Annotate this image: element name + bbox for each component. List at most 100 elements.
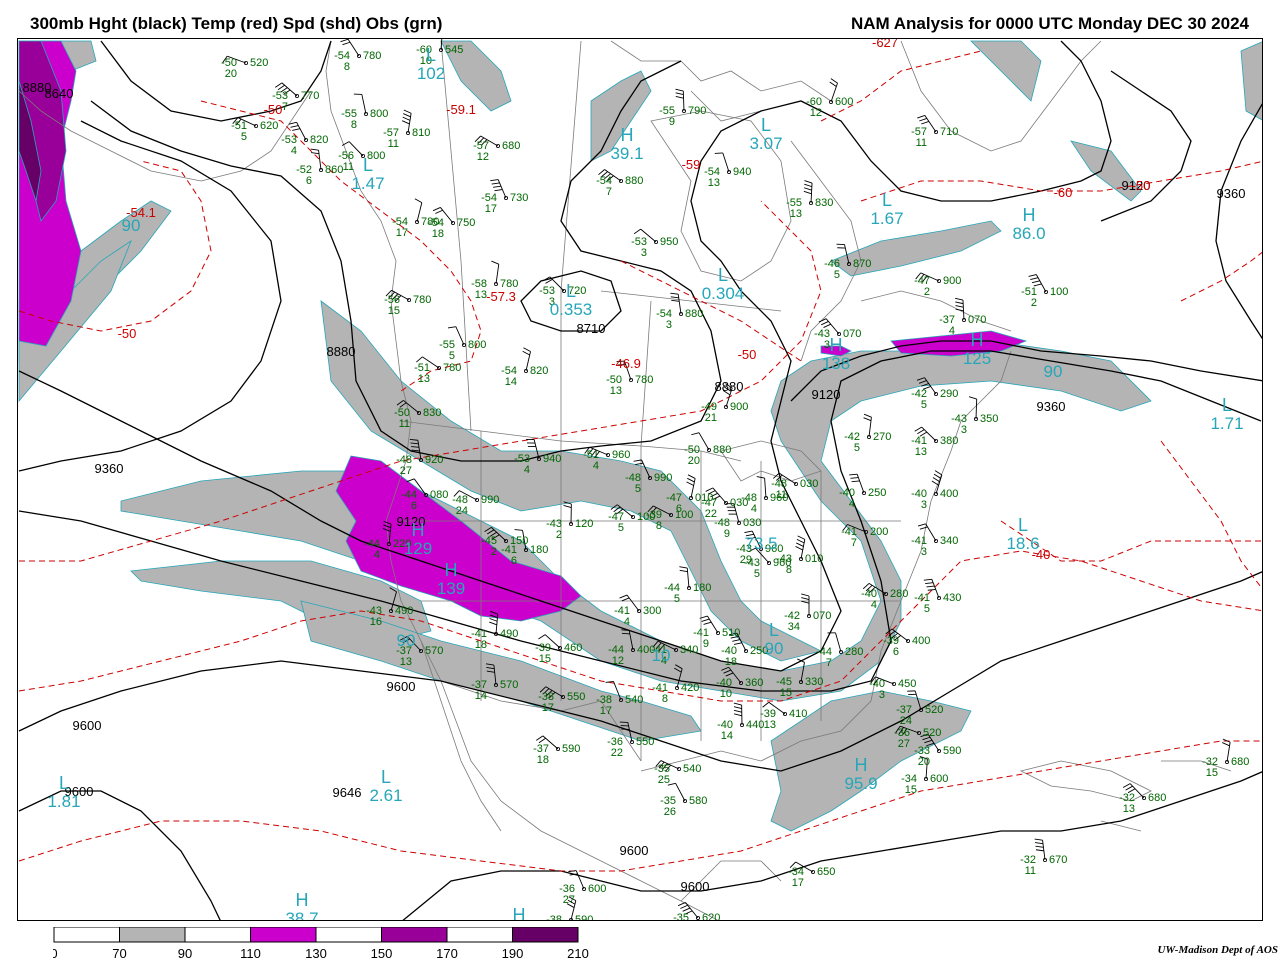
station-height: 100 bbox=[1050, 286, 1068, 298]
station-dewpoint: 15 bbox=[1206, 767, 1218, 779]
temperature-label: -50 bbox=[738, 347, 757, 362]
station-dewpoint: 18 bbox=[725, 656, 737, 668]
pressure-center-letter: L bbox=[1222, 395, 1232, 415]
labrador-coast bbox=[860, 290, 1012, 332]
station-obs: -55 8008 bbox=[341, 108, 388, 131]
station-dewpoint: 5 bbox=[754, 568, 760, 580]
station-height: 780 bbox=[635, 374, 653, 386]
station-dewpoint: 5 bbox=[921, 399, 927, 411]
wind-barb bbox=[795, 535, 806, 560]
station-dewpoint: 13 bbox=[418, 373, 430, 385]
station-height: 460 bbox=[564, 642, 582, 654]
station-obs: -3859014 bbox=[546, 914, 593, 920]
station-obs: -41 38013 bbox=[911, 435, 958, 458]
station-obs: -34 60015 bbox=[901, 773, 948, 796]
pressure-center-value: 102 bbox=[417, 64, 445, 83]
station-obs: -37 59018 bbox=[533, 743, 580, 766]
station-dewpoint: 4 bbox=[849, 498, 855, 510]
station-height: 990 bbox=[481, 494, 499, 506]
station-height: 070 bbox=[813, 610, 831, 622]
legend-swatch bbox=[184, 927, 251, 943]
station-height: 510 bbox=[722, 627, 740, 639]
station-dewpoint: 15 bbox=[780, 687, 792, 699]
station-obs: -32 68015 bbox=[1202, 756, 1249, 779]
station-dewpoint: 15 bbox=[539, 653, 551, 665]
station-dewpoint: 20 bbox=[225, 68, 237, 80]
station-height: 650 bbox=[817, 866, 835, 878]
station-height: 080 bbox=[430, 489, 448, 501]
temp-contour bbox=[1160, 440, 1262, 590]
station-height: 880 bbox=[685, 308, 703, 320]
station-height: 400 bbox=[912, 635, 930, 647]
temperature-label: -50 bbox=[118, 326, 137, 341]
station-height: 790 bbox=[688, 105, 706, 117]
legend-swatch bbox=[381, 927, 448, 943]
height-label: 8880 bbox=[23, 80, 52, 95]
station-height: 990 bbox=[654, 472, 672, 484]
station-height: 180 bbox=[693, 582, 711, 594]
station-height: 290 bbox=[940, 388, 958, 400]
station-dewpoint: 7 bbox=[606, 186, 612, 198]
station-obs: -47 9002 bbox=[914, 275, 961, 298]
station-dewpoint: 6 bbox=[511, 555, 517, 567]
station-height: 770 bbox=[301, 90, 319, 102]
height-label: 9600 bbox=[73, 718, 102, 733]
station-dewpoint: 12 bbox=[612, 655, 624, 667]
station-dewpoint: 3 bbox=[879, 689, 885, 701]
pressure-center-value: 1.81 bbox=[47, 792, 80, 811]
station-height: 880 bbox=[713, 444, 731, 456]
station-obs: -43 1202 bbox=[546, 518, 593, 541]
station-dewpoint: 12 bbox=[810, 107, 822, 119]
credit-label: UW-Madison Dept of AOS bbox=[1157, 944, 1278, 956]
wind-barb bbox=[968, 396, 978, 420]
station-obs: -57 68012 bbox=[473, 140, 520, 163]
height-label: 9120 bbox=[812, 387, 841, 402]
station-dewpoint: 5 bbox=[834, 269, 840, 281]
height-label: 8710 bbox=[577, 321, 606, 336]
pressure-center-letter: H bbox=[621, 125, 634, 145]
speed-label: 90 bbox=[1044, 362, 1063, 381]
pressure-center-letter: H bbox=[855, 755, 868, 775]
station-height: 330 bbox=[805, 676, 823, 688]
station-dewpoint: 7 bbox=[851, 537, 857, 549]
station-height: 180 bbox=[530, 544, 548, 556]
station-height: 300 bbox=[643, 605, 661, 617]
station-dewpoint: 9 bbox=[724, 528, 730, 540]
station-height: 860 bbox=[325, 164, 343, 176]
station-height: 270 bbox=[873, 431, 891, 443]
station-dewpoint: 18 bbox=[475, 639, 487, 651]
pressure-center-value: 2.61 bbox=[369, 786, 402, 805]
height-label: 9600 bbox=[681, 879, 710, 894]
station-temp: -35 bbox=[673, 912, 689, 921]
pressure-center-letter: H bbox=[513, 905, 526, 921]
pressure-center-letter: L bbox=[718, 265, 728, 285]
pressure-center-value: 138 bbox=[822, 354, 850, 373]
station-height: 600 bbox=[930, 773, 948, 785]
station-height: 750 bbox=[457, 217, 475, 229]
station-dewpoint: 5 bbox=[449, 350, 455, 362]
temp-contour bbox=[820, 50, 982, 122]
pressure-center-letter: L bbox=[769, 620, 779, 640]
station-obs: -56 80011 bbox=[338, 150, 385, 173]
station-dewpoint: 11 bbox=[399, 418, 410, 430]
station-dewpoint: 6 bbox=[306, 175, 312, 187]
legend-tick-label: 90 bbox=[178, 946, 192, 960]
station-dewpoint: 5 bbox=[674, 593, 680, 605]
legend-tick-label: 0 bbox=[53, 946, 58, 960]
station-height: 280 bbox=[845, 646, 863, 658]
height-label: 9600 bbox=[620, 843, 649, 858]
station-height: 100 bbox=[675, 509, 693, 521]
station-dewpoint: 13 bbox=[790, 208, 802, 220]
station-height: 670 bbox=[1049, 854, 1067, 866]
station-dewpoint: 4 bbox=[751, 503, 757, 515]
pressure-center-letter: L bbox=[426, 45, 436, 65]
pressure-center-value: 1.71 bbox=[1210, 414, 1243, 433]
station-height: 950 bbox=[660, 236, 678, 248]
station-obs: -40 44014 bbox=[717, 719, 764, 742]
legend-tick-label: 170 bbox=[436, 946, 458, 960]
station-height: 830 bbox=[423, 407, 441, 419]
temperature-label: -59.1 bbox=[446, 102, 476, 117]
height-label: 9360 bbox=[1217, 186, 1246, 201]
station-dewpoint: 34 bbox=[788, 621, 800, 633]
station-dewpoint: 26 bbox=[664, 806, 676, 818]
